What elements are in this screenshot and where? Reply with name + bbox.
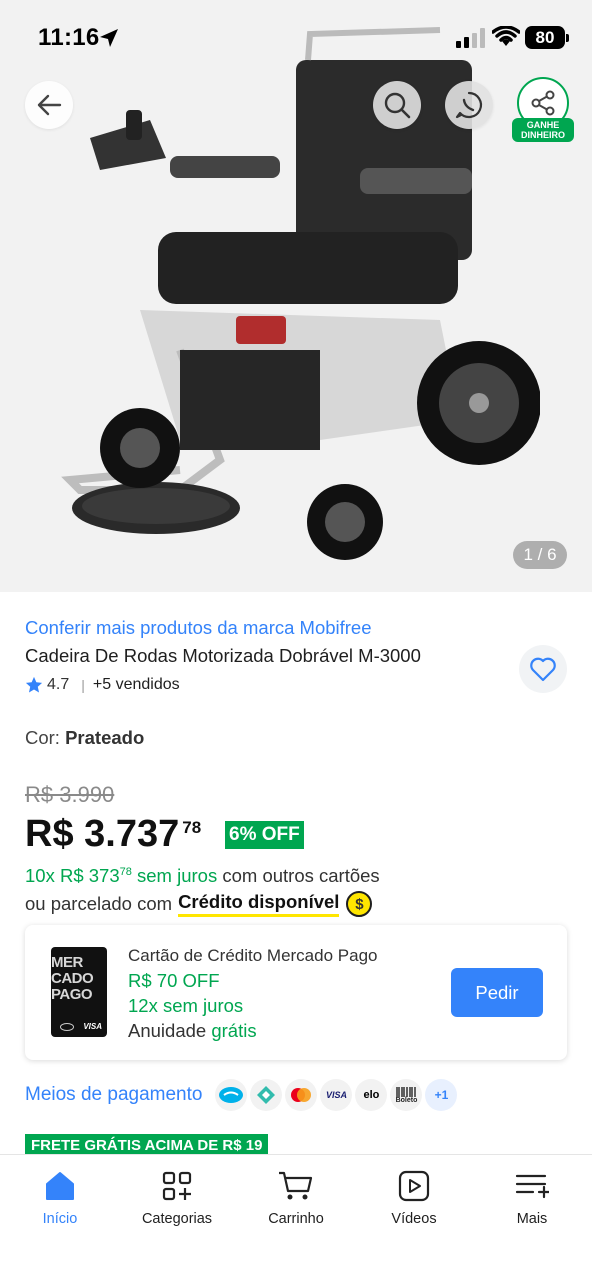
order-card-button[interactable]: Pedir (451, 968, 543, 1017)
nav-label: Vídeos (391, 1211, 437, 1227)
rating-value: 4.7 (47, 676, 70, 693)
image-counter: 1 / 6 (513, 541, 567, 569)
installments-line: 10x R$ 37378 sem juros com outros cartõe… (25, 865, 380, 887)
rating-separator: | (81, 677, 85, 693)
mercadopago-card-image: MER CADO PAGO VISA (51, 947, 107, 1037)
bottom-navigation: Início Categorias Carrinho Vídeos Mais (0, 1154, 592, 1280)
coin-icon: $ (346, 891, 373, 917)
heart-icon (530, 657, 556, 682)
nav-label: Carrinho (268, 1211, 324, 1227)
nav-home[interactable]: Início (10, 1167, 110, 1227)
offer-annuity: Anuidade grátis (128, 1020, 257, 1041)
status-bar: 11:16 80 (0, 0, 592, 76)
offer-text: Cartão de Crédito Mercado Pago R$ 70 OFF… (128, 943, 377, 1043)
share-earn-button[interactable]: GANHE DINHEIRO (512, 77, 574, 142)
old-price: R$ 3.990 (25, 782, 115, 807)
location-arrow-icon (100, 29, 118, 47)
brand-link[interactable]: Conferir mais produtos da marca Mobifree (25, 617, 372, 639)
payment-methods-link[interactable]: Meios de pagamento (25, 1084, 202, 1106)
search-button[interactable] (373, 81, 421, 129)
nav-cart[interactable]: Carrinho (246, 1167, 346, 1227)
back-button[interactable] (25, 81, 73, 129)
nav-label: Início (42, 1211, 78, 1227)
credit-line[interactable]: ou parcelado com Crédito disponível $ (25, 891, 373, 917)
mastercard-icon (285, 1079, 318, 1111)
card-brand: VISA (83, 1022, 102, 1031)
price-cents: 78 (182, 818, 202, 837)
discount-badge: 6% OFF (225, 821, 304, 849)
color-selector[interactable]: Cor: Prateado (25, 727, 144, 749)
battery-indicator: 80 (525, 26, 569, 49)
color-label: Cor: (25, 727, 60, 748)
more-payment-methods[interactable]: +1 (425, 1079, 458, 1111)
share-icon (531, 90, 555, 116)
payment-methods[interactable]: Meios de pagamento VISA elo Boleto +1 (25, 1079, 458, 1111)
boleto-label: Boleto (395, 1096, 418, 1104)
current-price: R$ 3.737 78 (25, 810, 201, 858)
offer-title: Cartão de Crédito Mercado Pago (128, 946, 378, 965)
boleto-icon: Boleto (390, 1079, 423, 1111)
cart-icon (279, 1171, 313, 1200)
visa-icon: VISA (320, 1079, 353, 1111)
search-icon (384, 92, 411, 119)
product-image-carousel[interactable]: 11:16 80 GANHE DINHEIRO 1 / 6 (0, 0, 592, 592)
whatsapp-share-button[interactable] (445, 81, 493, 129)
mercadopago-icon (215, 1079, 248, 1111)
credit-available-link[interactable]: Crédito disponível (178, 891, 340, 917)
nav-more[interactable]: Mais (482, 1167, 582, 1227)
nav-label: Categorias (141, 1211, 213, 1227)
color-value: Prateado (65, 727, 145, 748)
nav-videos[interactable]: Vídeos (364, 1167, 464, 1227)
favorite-button[interactable] (519, 645, 567, 693)
offer-installments: 12x sem juros (128, 995, 244, 1016)
free-shipping-banner: FRETE GRÁTIS ACIMA DE R$ 19 (25, 1134, 269, 1156)
share-badge: GANHE DINHEIRO (512, 118, 574, 142)
whatsapp-icon (455, 91, 483, 119)
installments-green: 10x R$ 37378 sem juros (25, 865, 218, 886)
credit-card-offer[interactable]: MER CADO PAGO VISA Cartão de Crédito Mer… (25, 925, 567, 1060)
arrow-left-icon (37, 94, 62, 116)
menu-icon (515, 1174, 549, 1199)
video-icon (398, 1170, 430, 1202)
product-title: Cadeira De Rodas Motorizada Dobrável M-3… (25, 645, 421, 666)
credit-prefix: ou parcelado com (25, 893, 173, 914)
star-icon (25, 676, 43, 693)
status-time: 11:16 (38, 24, 100, 51)
categories-icon (162, 1171, 192, 1201)
pix-icon (250, 1079, 283, 1111)
installments-rest: com outros cartões (222, 865, 380, 886)
nav-categories[interactable]: Categorias (127, 1167, 227, 1227)
rating-row[interactable]: 4.7 | +5 vendidos (25, 674, 180, 696)
offer-discount: R$ 70 OFF (128, 970, 220, 991)
home-icon (46, 1172, 74, 1200)
nav-label: Mais (516, 1211, 548, 1227)
sold-count: +5 vendidos (92, 676, 180, 693)
wifi-icon (492, 26, 520, 46)
price-main: R$ 3.737 (25, 813, 180, 855)
card-logo-icon (60, 1023, 74, 1031)
elo-icon: elo (355, 1079, 388, 1111)
signal-icon (456, 28, 485, 48)
card-text: MER CADO PAGO (51, 954, 94, 1003)
